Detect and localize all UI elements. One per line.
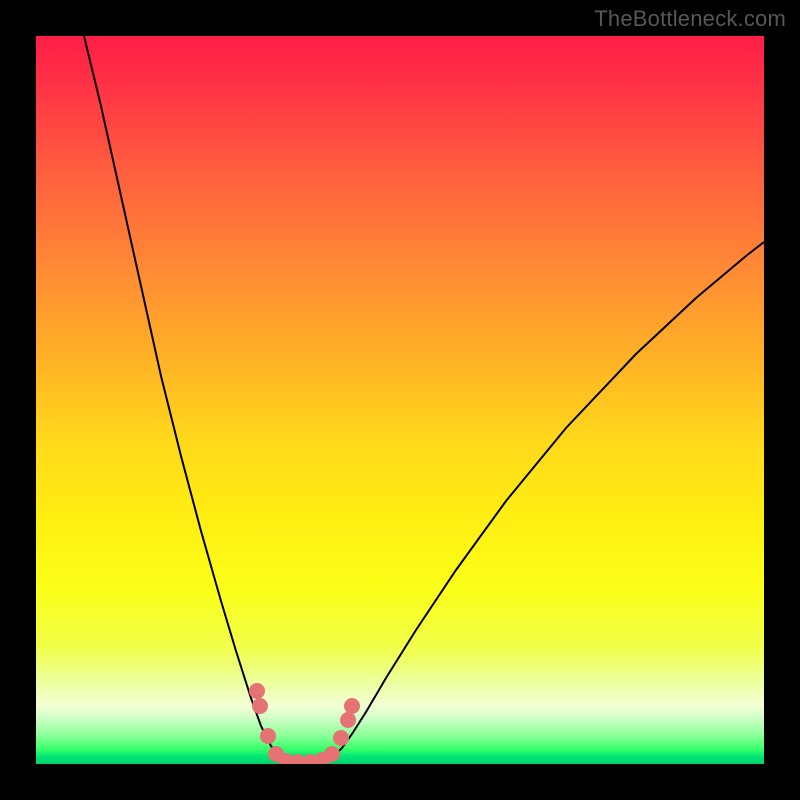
plot-area: [36, 36, 764, 764]
trough-marker: [333, 730, 349, 746]
trough-marker: [252, 698, 268, 714]
trough-marker: [344, 698, 360, 714]
curve-right-branch: [326, 242, 764, 762]
bottleneck-curve: [36, 36, 764, 764]
trough-marker: [260, 728, 276, 744]
trough-marker: [340, 712, 356, 728]
trough-marker: [249, 683, 265, 699]
watermark-text: TheBottleneck.com: [594, 6, 786, 32]
trough-marker: [324, 746, 340, 762]
curve-left-branch: [84, 36, 286, 762]
trough-markers: [249, 683, 360, 764]
chart-frame: TheBottleneck.com: [0, 0, 800, 800]
